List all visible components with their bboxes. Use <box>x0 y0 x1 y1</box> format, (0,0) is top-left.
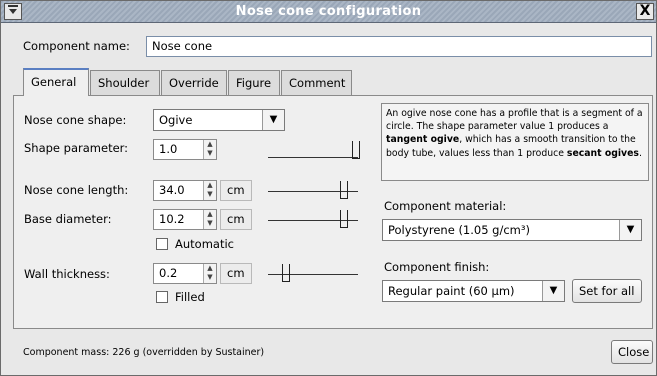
tab-general[interactable]: General <box>23 68 89 96</box>
automatic-checkbox[interactable] <box>156 238 168 250</box>
general-panel: Nose cone shape: Ogive ▼ Shape parameter… <box>13 95 653 329</box>
description-bold-2: secant ogives <box>566 147 639 159</box>
spinner-arrows-icon[interactable]: ▲ ▼ <box>203 210 216 229</box>
tab-comment[interactable]: Comment <box>281 70 352 95</box>
shape-select-value: Ogive <box>159 113 193 127</box>
chevron-down-icon: ▼ <box>619 220 641 240</box>
length-spinner[interactable]: 34.0 ▲ ▼ <box>153 180 217 201</box>
spinner-arrows-icon[interactable]: ▲ ▼ <box>203 264 216 283</box>
tab-figure[interactable]: Figure <box>228 70 280 95</box>
filled-checkbox[interactable] <box>156 291 168 303</box>
tab-override[interactable]: Override <box>161 70 227 95</box>
length-unit[interactable]: cm <box>220 180 252 201</box>
shape-parameter-slider-thumb[interactable] <box>352 141 360 159</box>
material-label: Component material: <box>384 199 507 213</box>
shape-parameter-slider-track[interactable] <box>268 157 358 158</box>
component-name-input[interactable]: Nose cone <box>146 36 652 57</box>
component-mass-status: Component mass: 226 g (overridden by Sus… <box>23 347 265 358</box>
base-diameter-value: 10.2 <box>159 212 185 226</box>
description-bold-1: tangent ogive <box>386 134 460 146</box>
shape-select[interactable]: Ogive ▼ <box>153 109 285 131</box>
wall-thickness-value: 0.2 <box>159 266 178 280</box>
base-diameter-unit[interactable]: cm <box>220 209 252 230</box>
tab-shoulder[interactable]: Shoulder <box>90 70 160 95</box>
base-diameter-spinner[interactable]: 10.2 ▲ ▼ <box>153 209 217 230</box>
base-diameter-label: Base diameter: <box>24 212 112 226</box>
shape-parameter-spinner[interactable]: 1.0 ▲ ▼ <box>153 139 217 160</box>
shape-label: Nose cone shape: <box>24 113 127 127</box>
chevron-down-icon: ▼ <box>542 281 564 301</box>
wall-thickness-label: Wall thickness: <box>24 267 110 281</box>
length-label: Nose cone length: <box>24 183 129 197</box>
finish-select-value: Regular paint (60 μm) <box>388 284 515 298</box>
wall-thickness-spinner[interactable]: 0.2 ▲ ▼ <box>153 263 217 284</box>
window-title: Nose cone configuration <box>235 4 422 19</box>
finish-select[interactable]: Regular paint (60 μm) ▼ <box>382 280 565 302</box>
spinner-arrows-icon[interactable]: ▲ ▼ <box>203 140 216 159</box>
wall-thickness-unit[interactable]: cm <box>220 263 252 284</box>
length-slider-thumb[interactable] <box>340 181 348 199</box>
chevron-down-icon: ▼ <box>262 110 284 130</box>
length-value: 34.0 <box>159 183 185 197</box>
nose-cone-config-window: Nose cone configuration X Component name… <box>0 0 657 376</box>
material-select[interactable]: Polystyrene (1.05 g/cm³) ▼ <box>382 219 642 241</box>
filled-label: Filled <box>175 290 205 304</box>
close-icon[interactable]: X <box>636 3 654 20</box>
set-for-all-button[interactable]: Set for all <box>572 279 642 303</box>
close-button[interactable]: Close <box>611 340 653 364</box>
shape-parameter-value: 1.0 <box>159 142 178 156</box>
title-bar[interactable]: Nose cone configuration X <box>1 1 656 23</box>
automatic-label: Automatic <box>175 237 234 251</box>
base-diameter-slider-thumb[interactable] <box>340 210 348 228</box>
finish-label: Component finish: <box>384 260 490 274</box>
spinner-arrows-icon[interactable]: ▲ ▼ <box>203 181 216 200</box>
wall-thickness-slider-thumb[interactable] <box>282 264 290 282</box>
shape-parameter-label: Shape parameter: <box>24 141 129 155</box>
shape-description: An ogive nose cone has a profile that is… <box>381 103 649 181</box>
component-name-label: Component name: <box>23 39 130 53</box>
description-text-3: . <box>638 147 642 159</box>
material-select-value: Polystyrene (1.05 g/cm³) <box>388 223 530 237</box>
description-text-1: An ogive nose cone has a profile that is… <box>386 108 643 133</box>
